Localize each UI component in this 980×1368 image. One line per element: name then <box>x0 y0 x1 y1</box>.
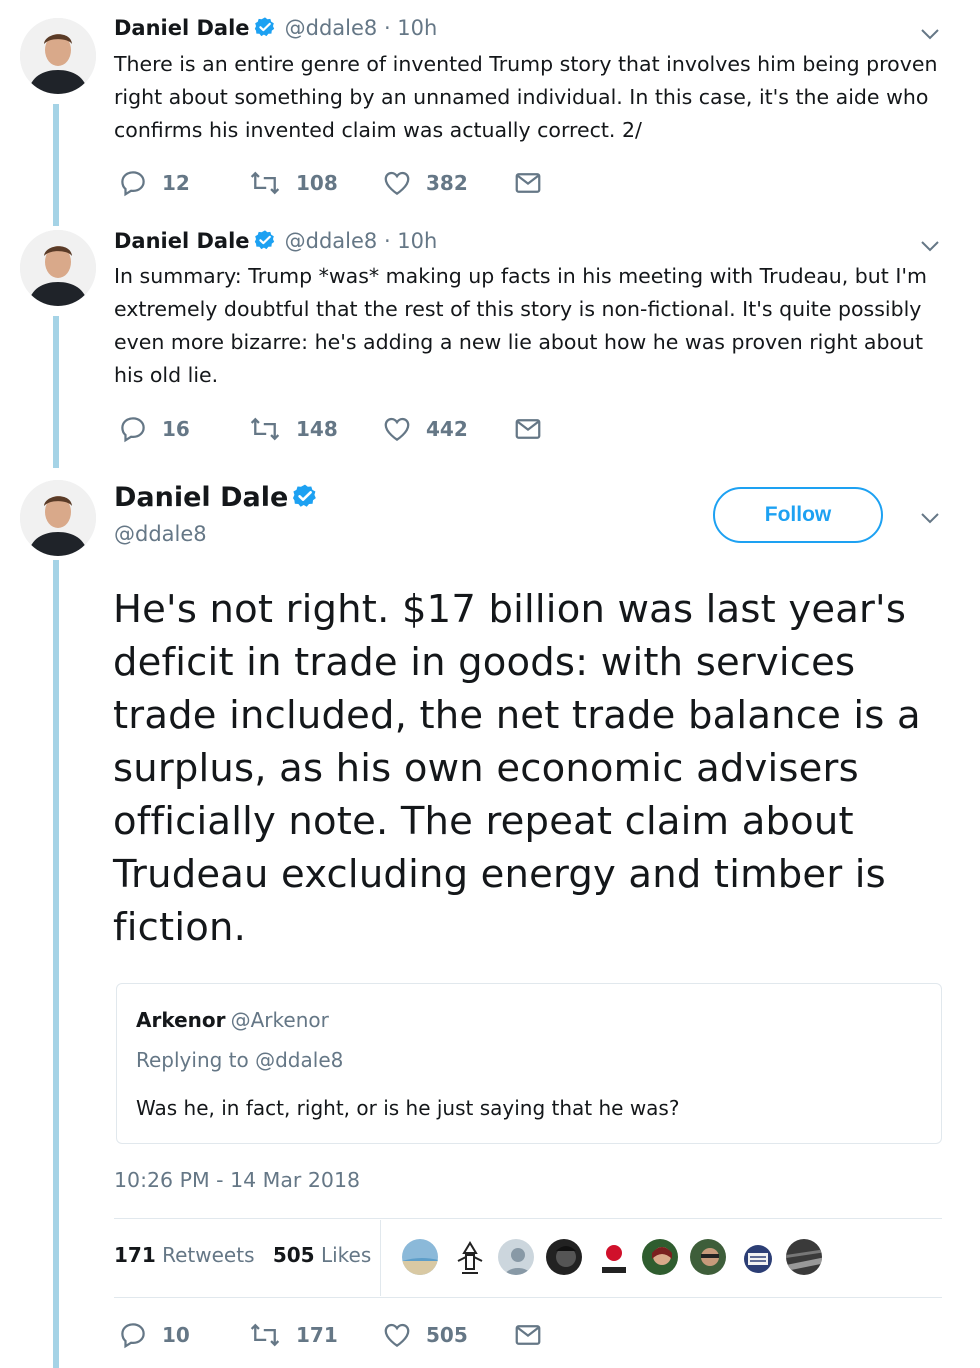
direct-message-icon <box>513 1320 543 1350</box>
verified-badge-icon <box>254 229 276 255</box>
liker-avatar[interactable] <box>592 1237 632 1277</box>
replying-to: Replying to @ddale8 <box>136 1048 344 1072</box>
retweet-icon <box>248 1320 282 1350</box>
like-count: 382 <box>426 171 468 195</box>
liker-avatar[interactable] <box>496 1237 536 1277</box>
reply-icon <box>118 1320 148 1350</box>
retweets-stat[interactable]: 171 Retweets <box>114 1243 254 1267</box>
author-handle[interactable]: @ddale8 <box>114 522 207 546</box>
like-button[interactable]: 505 <box>382 1320 468 1350</box>
retweet-button[interactable]: 148 <box>248 414 338 444</box>
reply-button[interactable]: 10 <box>118 1320 190 1350</box>
like-count: 442 <box>426 417 468 441</box>
retweet-icon <box>248 414 282 444</box>
main-tweet-author: Daniel Dale <box>114 482 318 513</box>
tweet-header: Daniel Dale @ddale8 · 10h <box>114 229 437 255</box>
liker-avatar[interactable] <box>688 1237 728 1277</box>
retweet-count: 108 <box>296 171 338 195</box>
divider <box>114 1297 942 1298</box>
liker-avatar[interactable] <box>400 1237 440 1277</box>
direct-message-button[interactable] <box>513 1320 543 1350</box>
like-icon <box>382 414 412 444</box>
like-count: 505 <box>426 1323 468 1347</box>
chevron-down-icon[interactable] <box>918 22 942 46</box>
likes-label: Likes <box>320 1243 372 1267</box>
quoted-author-handle: @Arkenor <box>230 1008 329 1032</box>
liker-avatar[interactable] <box>640 1237 680 1277</box>
retweet-count: 148 <box>296 417 338 441</box>
retweets-label: Retweets <box>162 1243 255 1267</box>
reply-count: 16 <box>162 417 190 441</box>
author-name[interactable]: Daniel Dale <box>114 229 250 253</box>
reply-button[interactable]: 12 <box>118 168 190 198</box>
author-handle[interactable]: @ddale8 · 10h <box>285 229 438 253</box>
likes-stat[interactable]: 505 Likes <box>273 1243 371 1267</box>
liker-avatar[interactable] <box>544 1237 584 1277</box>
likes-count: 505 <box>272 1243 315 1267</box>
direct-message-icon <box>513 414 543 444</box>
retweet-count: 171 <box>296 1323 338 1347</box>
author-name[interactable]: Daniel Dale <box>114 482 288 513</box>
retweet-icon <box>248 168 282 198</box>
tweet-timestamp[interactable]: 10:26 PM - 14 Mar 2018 <box>114 1168 360 1192</box>
reply-button[interactable]: 16 <box>118 414 190 444</box>
retweets-count: 171 <box>114 1243 156 1267</box>
direct-message-icon <box>513 168 543 198</box>
chevron-down-icon[interactable] <box>918 506 942 530</box>
reply-icon <box>118 414 148 444</box>
verified-badge-icon <box>292 483 318 513</box>
quoted-text: Was he, in fact, right, or is he just sa… <box>136 1096 680 1120</box>
tweet-text: There is an entire genre of invented Tru… <box>114 52 938 142</box>
like-icon <box>382 1320 412 1350</box>
liker-avatar[interactable] <box>784 1237 824 1277</box>
divider <box>114 1218 942 1219</box>
retweet-button[interactable]: 171 <box>248 1320 338 1350</box>
liker-avatar[interactable] <box>736 1237 776 1277</box>
retweet-button[interactable]: 108 <box>248 168 338 198</box>
thread-line <box>53 560 59 1368</box>
follow-button[interactable]: Follow <box>713 487 883 543</box>
quoted-tweet[interactable]: Arkenor @Arkenor Replying to @ddale8 Was… <box>116 983 942 1144</box>
thread-line <box>53 104 59 226</box>
stats-separator <box>380 1220 381 1296</box>
reply-count: 10 <box>162 1323 190 1347</box>
avatar[interactable] <box>20 18 96 94</box>
tweet-header: Daniel Dale @ddale8 · 10h <box>114 16 437 42</box>
author-handle[interactable]: @ddale8 · 10h <box>285 16 438 40</box>
liker-avatar[interactable] <box>448 1237 488 1277</box>
quoted-author-name: Arkenor <box>136 1008 226 1032</box>
like-button[interactable]: 382 <box>382 168 468 198</box>
like-icon <box>382 168 412 198</box>
direct-message-button[interactable] <box>513 168 543 198</box>
author-name[interactable]: Daniel Dale <box>114 16 250 40</box>
chevron-down-icon[interactable] <box>918 234 942 258</box>
reply-icon <box>118 168 148 198</box>
main-tweet-text: He's not right. $17 billion was last yea… <box>113 587 921 950</box>
reply-count: 12 <box>162 171 190 195</box>
thread-line <box>53 316 59 468</box>
direct-message-button[interactable] <box>513 414 543 444</box>
avatar[interactable] <box>20 230 96 306</box>
tweet-text: In summary: Trump *was* making up facts … <box>114 264 928 387</box>
like-button[interactable]: 442 <box>382 414 468 444</box>
verified-badge-icon <box>254 16 276 42</box>
quoted-author: Arkenor @Arkenor <box>136 1008 329 1032</box>
avatar[interactable] <box>20 480 96 556</box>
tweet-stats: 171 Retweets 505 Likes <box>114 1243 371 1267</box>
